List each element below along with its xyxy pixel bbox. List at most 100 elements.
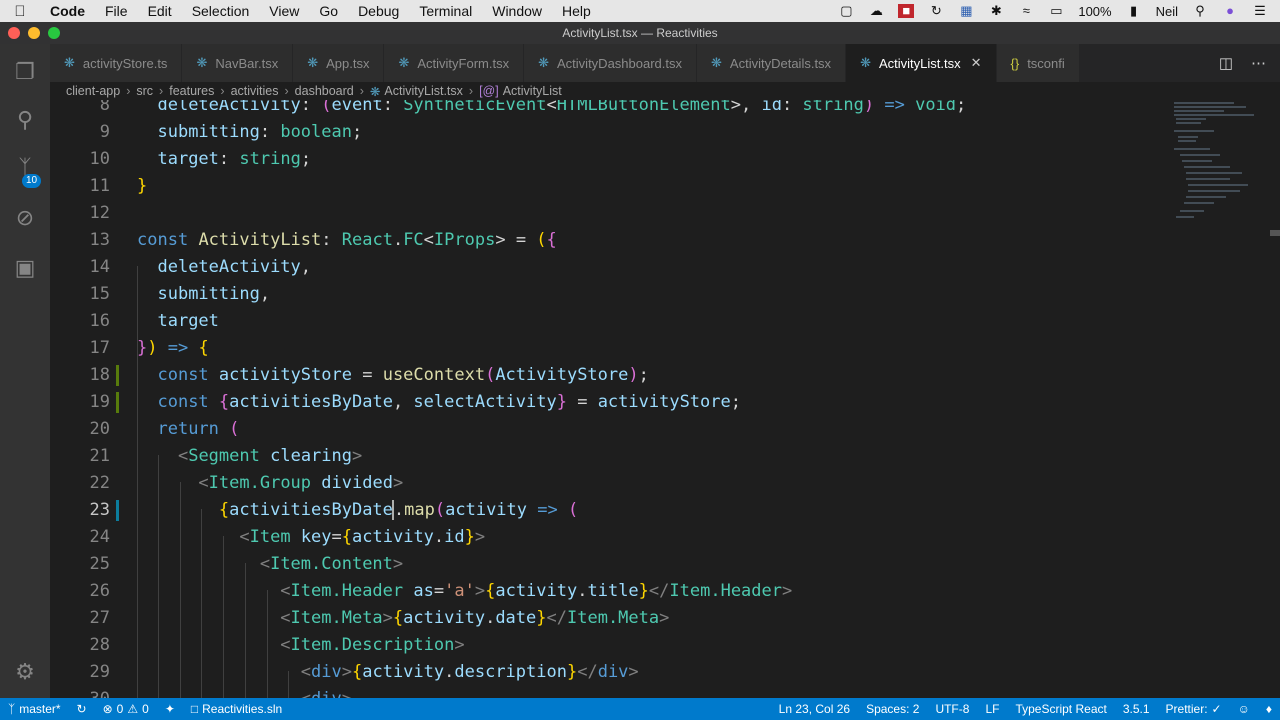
tab-activitydetails[interactable]: ❋ ActivityDetails.tsx <box>697 44 847 82</box>
notifications-bell-icon[interactable]: ♦ <box>1258 702 1280 716</box>
grid-icon[interactable]: ▦ <box>958 4 974 18</box>
menu-debug[interactable]: Debug <box>348 0 409 22</box>
check-icon: ✓ <box>1211 702 1222 716</box>
menu-terminal[interactable]: Terminal <box>409 0 482 22</box>
zoom-window-button[interactable] <box>48 27 60 39</box>
breadcrumb-item[interactable]: ActivityList <box>503 84 562 98</box>
code-line: 30 <div> <box>50 686 1170 698</box>
cursor-position[interactable]: Ln 23, Col 26 <box>771 702 858 716</box>
indentation[interactable]: Spaces: 2 <box>858 702 927 716</box>
siri-icon[interactable]: ● <box>1222 4 1238 18</box>
settings-gear-icon[interactable]: ⚙ <box>0 648 50 696</box>
bluetooth-icon[interactable]: ✱ <box>988 4 1004 18</box>
split-editor-icon[interactable]: ◫ <box>1219 54 1233 72</box>
notification-center-icon[interactable]: ☰ <box>1252 4 1268 18</box>
tab-activitydashboard[interactable]: ❋ ActivityDashboard.tsx <box>524 44 698 82</box>
explorer-icon[interactable]: ❐ <box>0 48 50 96</box>
tab-activitylist[interactable]: ❋ ActivityList.tsx ✕ <box>846 44 997 82</box>
code-line: 25 <Item.Content> <box>89 554 404 574</box>
code-editor[interactable]: 8 deleteActivity: (event: SyntheticEvent… <box>50 100 1170 698</box>
source-control-badge: 10 <box>22 174 42 188</box>
menu-window[interactable]: Window <box>482 0 552 22</box>
json-file-icon: {} <box>1010 55 1020 71</box>
sync-icon[interactable]: ↻ <box>69 702 95 716</box>
debug-icon[interactable]: ⊘ <box>0 194 50 242</box>
user-name[interactable]: Neil <box>1156 4 1178 19</box>
menu-file[interactable]: File <box>95 0 138 22</box>
git-added-marker <box>116 365 119 386</box>
code-line: 26 <Item.Header as='a'>{activity.title}<… <box>89 581 793 601</box>
spotlight-search-icon[interactable]: ⚲ <box>1192 4 1208 18</box>
code-line: 20 return ( <box>89 419 240 439</box>
chevron-right-icon: › <box>126 84 131 98</box>
tab-navbar[interactable]: ❋ NavBar.tsx <box>182 44 294 82</box>
text-cursor <box>391 500 394 520</box>
menu-view[interactable]: View <box>259 0 309 22</box>
scrollbar-thumb[interactable] <box>1270 230 1280 236</box>
menu-go[interactable]: Go <box>309 0 348 22</box>
battery-icon[interactable]: ▮ <box>1126 4 1142 18</box>
code-line: 10 target: string; <box>89 149 312 169</box>
git-branch[interactable]: ᛉ master* <box>0 702 69 716</box>
chevron-right-icon: › <box>359 84 364 98</box>
extensions-icon[interactable]: ▣ <box>0 244 50 292</box>
editor-actions: ◫ ⋯ <box>1204 44 1280 82</box>
apple-icon[interactable]:  <box>0 3 40 20</box>
menu-selection[interactable]: Selection <box>182 0 260 22</box>
tab-app[interactable]: ❋ App.tsx <box>293 44 385 82</box>
menu-app[interactable]: Code <box>40 0 95 22</box>
react-file-icon: ❋ <box>307 55 319 70</box>
tab-activityform[interactable]: ❋ ActivityForm.tsx <box>384 44 525 82</box>
code-line: 14 deleteActivity, <box>89 257 312 277</box>
react-file-icon: ❋ <box>538 55 550 70</box>
close-tab-icon[interactable]: ✕ <box>971 55 982 71</box>
code-line: 21 <Segment clearing> <box>89 446 363 466</box>
search-icon[interactable]: ⚲ <box>0 96 50 144</box>
status-bar-right: Ln 23, Col 26 Spaces: 2 UTF-8 LF TypeScr… <box>771 702 1280 716</box>
breadcrumb-item[interactable]: src <box>136 84 153 98</box>
typescript-file-icon: ❋ <box>64 55 75 70</box>
time-machine-icon[interactable]: ↻ <box>928 4 944 18</box>
problems-indicator[interactable]: ⊗ 0 ⚠ 0 <box>95 702 157 716</box>
code-line: 27 <Item.Meta>{activity.date}</Item.Meta… <box>89 608 670 628</box>
code-line: 16 target <box>89 311 219 331</box>
tab-tsconfig[interactable]: {} tsconfi <box>996 44 1080 82</box>
editor-tab-bar: ❋ activityStore.ts ❋ NavBar.tsx ❋ App.tsx ❋… <box>50 44 1280 82</box>
git-modified-marker <box>116 500 119 521</box>
breadcrumb-item[interactable]: features <box>169 84 214 98</box>
airplay-icon[interactable]: ▭ <box>1048 4 1064 18</box>
prettier-status[interactable]: Prettier: ✓ <box>1158 702 1230 716</box>
code-line: 8 deleteActivity: (event: SyntheticEvent… <box>99 100 967 115</box>
breadcrumb-item[interactable]: activities <box>231 84 279 98</box>
red-square-icon[interactable]: ■ <box>898 4 915 18</box>
feedback-icon[interactable]: ☺ <box>1230 702 1258 716</box>
code-line: 9 submitting: boolean; <box>99 122 363 142</box>
solution-indicator[interactable]: □ Reactivities.sln <box>183 702 290 716</box>
code-line: 18 const activityStore = useContext(Acti… <box>89 365 649 386</box>
language-mode[interactable]: TypeScript React <box>1007 702 1114 716</box>
close-window-button[interactable] <box>8 27 20 39</box>
minimize-window-button[interactable] <box>28 27 40 39</box>
git-added-marker <box>116 392 119 413</box>
battery-percent: 100% <box>1078 3 1112 19</box>
breadcrumb-item[interactable]: client-app <box>66 84 120 98</box>
source-control-icon[interactable]: ᛉ 10 <box>0 144 50 192</box>
code-line: 13 const ActivityList: React.FC<IProps> =… <box>89 230 557 250</box>
line-ending[interactable]: LF <box>977 702 1007 716</box>
menu-help[interactable]: Help <box>552 0 601 22</box>
tab-activitystore[interactable]: ❋ activityStore.ts <box>50 44 183 82</box>
minimap[interactable] <box>1170 100 1270 698</box>
typescript-version[interactable]: 3.5.1 <box>1115 702 1158 716</box>
code-line: 29 <div>{activity.description}</div> <box>89 662 639 682</box>
breadcrumb-item[interactable]: ActivityList.tsx <box>384 84 463 98</box>
code-line: 15 submitting, <box>89 284 271 304</box>
wifi-icon[interactable]: ≈ <box>1018 4 1034 18</box>
encoding[interactable]: UTF-8 <box>927 702 977 716</box>
paint-roller-icon[interactable]: ▢ <box>838 4 854 18</box>
vertical-scrollbar[interactable] <box>1270 100 1280 698</box>
breadcrumb-item[interactable]: dashboard <box>295 84 354 98</box>
cloud-icon[interactable]: ☁ <box>868 4 884 18</box>
live-share-icon[interactable]: ✦ <box>157 702 183 716</box>
more-actions-icon[interactable]: ⋯ <box>1251 54 1266 72</box>
menu-edit[interactable]: Edit <box>138 0 182 22</box>
